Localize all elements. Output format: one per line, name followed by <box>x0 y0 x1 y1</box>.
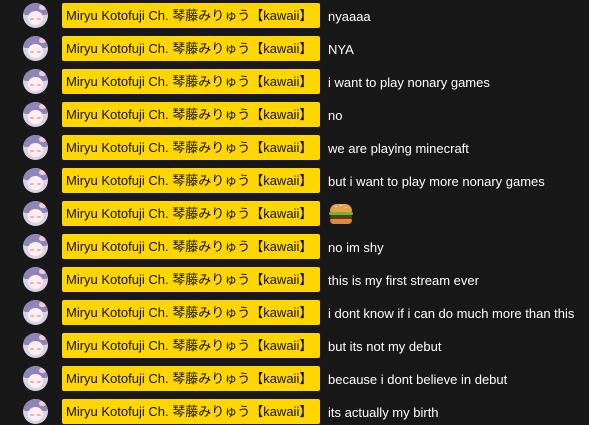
avatar[interactable] <box>23 168 48 193</box>
message-text: because i dont believe in debut <box>328 372 508 387</box>
avatar[interactable] <box>23 399 48 424</box>
avatar[interactable] <box>23 36 48 61</box>
chat-message: Miryu Kotofuji Ch. 琴藤みりゅう【kawaii】 i want… <box>0 66 589 99</box>
author-name-badge[interactable]: Miryu Kotofuji Ch. 琴藤みりゅう【kawaii】 <box>62 267 320 292</box>
avatar[interactable] <box>23 300 48 325</box>
chat-message: Miryu Kotofuji Ch. 琴藤みりゅう【kawaii】 no im … <box>0 231 589 264</box>
avatar[interactable] <box>23 201 48 226</box>
chat-message: Miryu Kotofuji Ch. 琴藤みりゅう【kawaii】 <box>0 198 589 231</box>
author-name-badge[interactable]: Miryu Kotofuji Ch. 琴藤みりゅう【kawaii】 <box>62 69 320 94</box>
avatar[interactable] <box>23 333 48 358</box>
live-chat: Miryu Kotofuji Ch. 琴藤みりゅう【kawaii】 nyaaaa… <box>0 0 589 425</box>
avatar[interactable] <box>23 3 48 28</box>
author-name-badge[interactable]: Miryu Kotofuji Ch. 琴藤みりゅう【kawaii】 <box>62 333 320 358</box>
message-text: no im shy <box>328 240 384 255</box>
message-text: i dont know if i can do much more than t… <box>328 306 575 321</box>
chat-message: Miryu Kotofuji Ch. 琴藤みりゅう【kawaii】 NYA <box>0 33 589 66</box>
message-text: i want to play nonary games <box>328 75 490 90</box>
chat-message: Miryu Kotofuji Ch. 琴藤みりゅう【kawaii】 nyaaaa <box>0 0 589 33</box>
chat-message: Miryu Kotofuji Ch. 琴藤みりゅう【kawaii】 we are… <box>0 132 589 165</box>
author-name-badge[interactable]: Miryu Kotofuji Ch. 琴藤みりゅう【kawaii】 <box>62 234 320 259</box>
message-text: this is my first stream ever <box>328 273 479 288</box>
message-text: but i want to play more nonary games <box>328 174 545 189</box>
chat-message: Miryu Kotofuji Ch. 琴藤みりゅう【kawaii】 but i … <box>0 165 589 198</box>
avatar[interactable] <box>23 366 48 391</box>
message-text: we are playing minecraft <box>328 141 469 156</box>
author-name-badge[interactable]: Miryu Kotofuji Ch. 琴藤みりゅう【kawaii】 <box>62 168 320 193</box>
chat-message: Miryu Kotofuji Ch. 琴藤みりゅう【kawaii】 this i… <box>0 264 589 297</box>
chat-message: Miryu Kotofuji Ch. 琴藤みりゅう【kawaii】 i dont… <box>0 297 589 330</box>
chat-message: Miryu Kotofuji Ch. 琴藤みりゅう【kawaii】 its ac… <box>0 396 589 425</box>
message-text: but its not my debut <box>328 339 442 354</box>
author-name-badge[interactable]: Miryu Kotofuji Ch. 琴藤みりゅう【kawaii】 <box>62 3 320 28</box>
message-text: nyaaaa <box>328 9 371 24</box>
author-name-badge[interactable]: Miryu Kotofuji Ch. 琴藤みりゅう【kawaii】 <box>62 36 320 61</box>
avatar[interactable] <box>23 135 48 160</box>
message-text: no <box>328 108 343 123</box>
avatar[interactable] <box>23 69 48 94</box>
author-name-badge[interactable]: Miryu Kotofuji Ch. 琴藤みりゅう【kawaii】 <box>62 399 320 424</box>
message-text: its actually my birth <box>328 405 439 420</box>
chat-message: Miryu Kotofuji Ch. 琴藤みりゅう【kawaii】 no <box>0 99 589 132</box>
author-name-badge[interactable]: Miryu Kotofuji Ch. 琴藤みりゅう【kawaii】 <box>62 366 320 391</box>
hamburger-emoji <box>329 203 353 225</box>
message-text: NYA <box>328 42 354 57</box>
author-name-badge[interactable]: Miryu Kotofuji Ch. 琴藤みりゅう【kawaii】 <box>62 135 320 160</box>
avatar[interactable] <box>23 267 48 292</box>
author-name-badge[interactable]: Miryu Kotofuji Ch. 琴藤みりゅう【kawaii】 <box>62 300 320 325</box>
author-name-badge[interactable]: Miryu Kotofuji Ch. 琴藤みりゅう【kawaii】 <box>62 102 320 127</box>
author-name-badge[interactable]: Miryu Kotofuji Ch. 琴藤みりゅう【kawaii】 <box>62 201 320 226</box>
chat-message: Miryu Kotofuji Ch. 琴藤みりゅう【kawaii】 but it… <box>0 330 589 363</box>
avatar[interactable] <box>23 102 48 127</box>
avatar[interactable] <box>23 234 48 259</box>
chat-message: Miryu Kotofuji Ch. 琴藤みりゅう【kawaii】 becaus… <box>0 363 589 396</box>
